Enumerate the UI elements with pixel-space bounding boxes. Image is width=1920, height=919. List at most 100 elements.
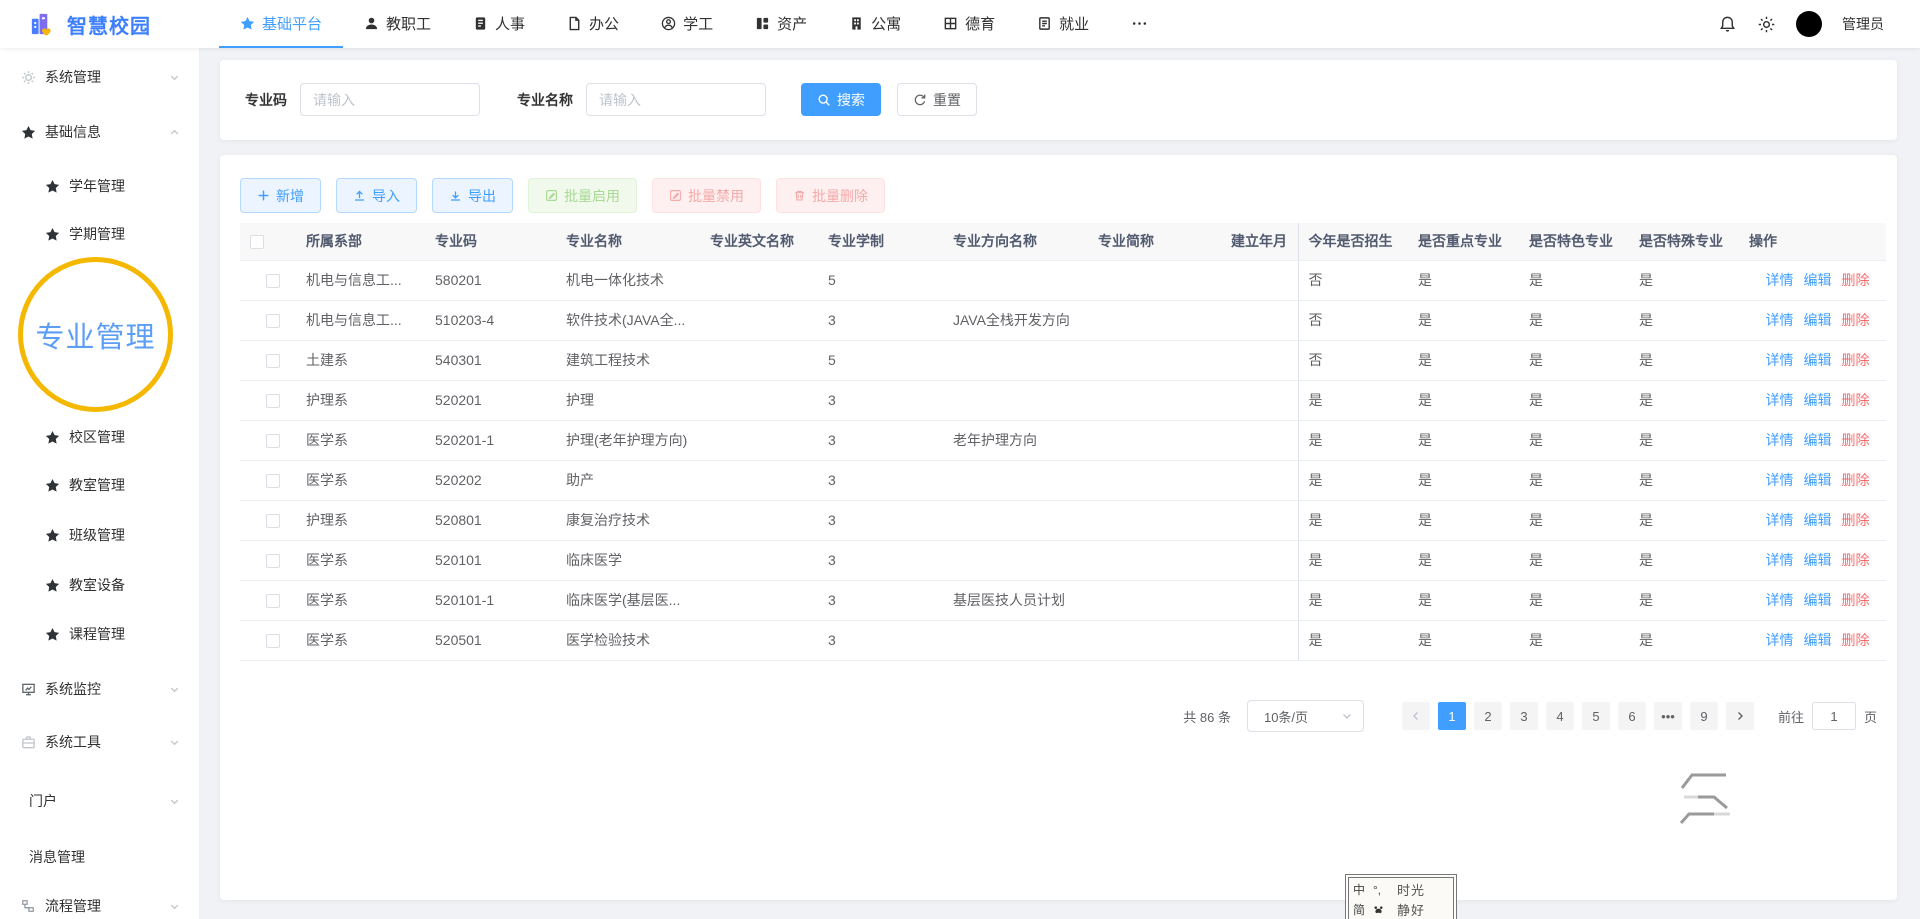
sidebar-item-班级管理[interactable]: 班级管理: [0, 524, 200, 546]
user-avatar[interactable]: [1796, 11, 1822, 37]
detail-link[interactable]: 详情: [1766, 592, 1794, 608]
edit-link[interactable]: 编辑: [1804, 552, 1832, 568]
settings-gear-icon[interactable]: [1757, 15, 1776, 34]
reset-button[interactable]: 重置: [897, 83, 977, 116]
row-checkbox[interactable]: [266, 554, 280, 568]
delete-link[interactable]: 删除: [1842, 352, 1870, 368]
nav-item-教职工[interactable]: 教职工: [343, 0, 452, 48]
row-checkbox[interactable]: [266, 354, 280, 368]
edit-link[interactable]: 编辑: [1804, 432, 1832, 448]
nav-item-more[interactable]: [1110, 0, 1169, 48]
sidebar-item-教室设备[interactable]: 教室设备: [0, 574, 200, 596]
major-name-input[interactable]: [586, 83, 766, 116]
app-logo[interactable]: 智慧校园: [0, 10, 205, 39]
batch-disable-button[interactable]: 批量禁用: [652, 178, 761, 213]
delete-link[interactable]: 删除: [1842, 392, 1870, 408]
row-checkbox[interactable]: [266, 434, 280, 448]
row-checkbox[interactable]: [266, 474, 280, 488]
search-button[interactable]: 搜索: [801, 83, 881, 116]
cell-recruit: 否: [1298, 340, 1408, 380]
sidebar-item-系统工具[interactable]: 系统工具: [0, 731, 200, 753]
username-label[interactable]: 管理员: [1842, 14, 1884, 34]
delete-link[interactable]: 删除: [1842, 552, 1870, 568]
delete-link[interactable]: 删除: [1842, 592, 1870, 608]
sidebar-item-校区管理[interactable]: 校区管理: [0, 426, 200, 448]
goto-page-input[interactable]: [1812, 702, 1856, 730]
page-button-4[interactable]: 4: [1546, 702, 1574, 730]
row-checkbox[interactable]: [266, 314, 280, 328]
detail-link[interactable]: 详情: [1766, 632, 1794, 648]
batch-delete-button[interactable]: 批量删除: [776, 178, 885, 213]
delete-link[interactable]: 删除: [1842, 632, 1870, 648]
page-button-2[interactable]: 2: [1474, 702, 1502, 730]
select-all-checkbox[interactable]: [250, 235, 264, 249]
detail-link[interactable]: 详情: [1766, 392, 1794, 408]
major-code-input[interactable]: [300, 83, 480, 116]
sidebar-item-系统管理[interactable]: 系统管理: [0, 66, 200, 88]
sidebar-item-active-highlight[interactable]: 专业管理: [18, 257, 173, 412]
next-page-button[interactable]: [1726, 702, 1754, 730]
nav-item-人事[interactable]: 人事: [452, 0, 546, 48]
delete-link[interactable]: 删除: [1842, 312, 1870, 328]
page-button-5[interactable]: 5: [1582, 702, 1610, 730]
delete-link[interactable]: 删除: [1842, 272, 1870, 288]
sidebar-item-系统监控[interactable]: 系统监控: [0, 678, 200, 700]
delete-link[interactable]: 删除: [1842, 432, 1870, 448]
import-button[interactable]: 导入: [336, 178, 417, 213]
detail-link[interactable]: 详情: [1766, 312, 1794, 328]
row-checkbox[interactable]: [266, 594, 280, 608]
detail-link[interactable]: 详情: [1766, 432, 1794, 448]
sidebar-item-学期管理[interactable]: 学期管理: [0, 223, 200, 245]
sidebar-item-流程管理[interactable]: 流程管理: [0, 895, 200, 917]
ime-punct-mode[interactable]: °,: [1373, 883, 1397, 897]
detail-link[interactable]: 详情: [1766, 272, 1794, 288]
row-checkbox[interactable]: [266, 274, 280, 288]
edit-link[interactable]: 编辑: [1804, 632, 1832, 648]
row-checkbox[interactable]: [266, 394, 280, 408]
notification-bell-icon[interactable]: [1718, 15, 1737, 34]
add-button[interactable]: 新增: [240, 178, 321, 213]
delete-link[interactable]: 删除: [1842, 472, 1870, 488]
nav-item-资产[interactable]: 资产: [734, 0, 828, 48]
page-size-select[interactable]: 10条/页: [1247, 700, 1364, 732]
edit-link[interactable]: 编辑: [1804, 312, 1832, 328]
cell-recruit: 否: [1298, 260, 1408, 300]
sidebar-item-消息管理[interactable]: 消息管理: [0, 846, 200, 868]
page-button-9[interactable]: 9: [1690, 702, 1718, 730]
nav-item-公寓[interactable]: 公寓: [828, 0, 922, 48]
row-checkbox[interactable]: [266, 634, 280, 648]
page-button-3[interactable]: 3: [1510, 702, 1538, 730]
edit-link[interactable]: 编辑: [1804, 352, 1832, 368]
batch-enable-button[interactable]: 批量启用: [528, 178, 637, 213]
ime-pet-icon[interactable]: [1373, 904, 1397, 915]
sidebar-item-课程管理[interactable]: 课程管理: [0, 623, 200, 645]
more-pages-button[interactable]: •••: [1654, 702, 1682, 730]
ime-mode-chinese[interactable]: 中: [1353, 881, 1373, 898]
page-button-6[interactable]: 6: [1618, 702, 1646, 730]
export-button[interactable]: 导出: [432, 178, 513, 213]
edit-link[interactable]: 编辑: [1804, 472, 1832, 488]
sidebar-item-教室管理[interactable]: 教室管理: [0, 474, 200, 496]
nav-item-办公[interactable]: 办公: [546, 0, 640, 48]
prev-page-button[interactable]: [1402, 702, 1430, 730]
sidebar-item-门户[interactable]: 门户: [0, 790, 200, 812]
nav-item-德育[interactable]: 德育: [922, 0, 1016, 48]
edit-link[interactable]: 编辑: [1804, 512, 1832, 528]
row-checkbox[interactable]: [266, 514, 280, 528]
delete-link[interactable]: 删除: [1842, 512, 1870, 528]
edit-link[interactable]: 编辑: [1804, 392, 1832, 408]
nav-item-基础平台[interactable]: 基础平台: [219, 0, 343, 48]
sidebar-item-基础信息[interactable]: 基础信息: [0, 121, 200, 143]
nav-item-学工[interactable]: 学工: [640, 0, 734, 48]
detail-link[interactable]: 详情: [1766, 552, 1794, 568]
detail-link[interactable]: 详情: [1766, 352, 1794, 368]
sidebar-item-学年管理[interactable]: 学年管理: [0, 175, 200, 197]
detail-link[interactable]: 详情: [1766, 472, 1794, 488]
ime-status-bar[interactable]: 中 °, 时光 简 静好: [1345, 874, 1457, 919]
nav-item-就业[interactable]: 就业: [1016, 0, 1110, 48]
detail-link[interactable]: 详情: [1766, 512, 1794, 528]
page-button-1[interactable]: 1: [1438, 702, 1466, 730]
ime-simplified-mode[interactable]: 简: [1353, 901, 1373, 918]
edit-link[interactable]: 编辑: [1804, 272, 1832, 288]
edit-link[interactable]: 编辑: [1804, 592, 1832, 608]
